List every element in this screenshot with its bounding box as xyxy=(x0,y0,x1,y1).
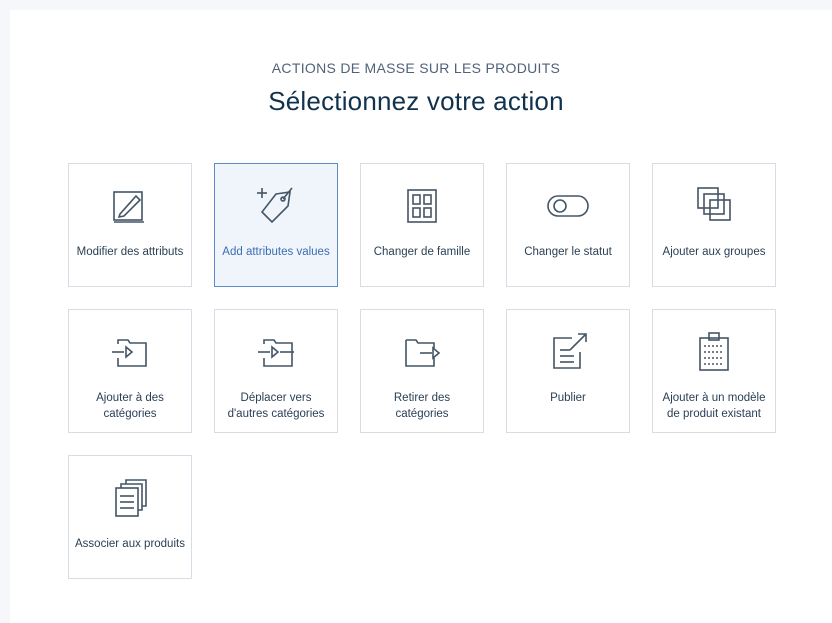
toggle-icon xyxy=(507,184,629,228)
folder-move-icon xyxy=(215,330,337,374)
action-label: Publier xyxy=(550,392,586,404)
action-label: Changer de famille xyxy=(373,246,471,258)
action-tile-publish[interactable]: Publier xyxy=(506,309,630,433)
action-label: Retirer des catégories xyxy=(393,392,451,420)
publish-icon xyxy=(507,330,629,374)
action-tile-move-categories[interactable]: Déplacer vers d'autres catégories xyxy=(214,309,338,433)
folder-remove-icon xyxy=(361,330,483,374)
action-label: Modifier des attributs xyxy=(76,246,184,258)
folder-add-icon xyxy=(69,330,191,374)
action-label: Ajouter à un modèle de produit existant xyxy=(662,392,766,420)
action-tile-add-categories[interactable]: Ajouter à des catégories xyxy=(68,309,192,433)
product-model-icon xyxy=(653,330,775,374)
groups-squares-icon xyxy=(653,184,775,228)
action-tile-add-product-model[interactable]: Ajouter à un modèle de produit existant xyxy=(652,309,776,433)
family-grid-icon xyxy=(361,184,483,228)
action-label: Déplacer vers d'autres catégories xyxy=(227,392,325,420)
action-label: Ajouter aux groupes xyxy=(662,246,766,258)
action-tile-associate-products[interactable]: Associer aux produits xyxy=(68,455,192,579)
action-label: Changer le statut xyxy=(524,246,612,258)
action-tile-add-groups[interactable]: Ajouter aux groupes xyxy=(652,163,776,287)
add-tag-icon xyxy=(215,184,337,228)
action-tile-add-attribute-values[interactable]: Add attributes values xyxy=(214,163,338,287)
top-border xyxy=(0,0,832,10)
action-tile-edit-attributes[interactable]: Modifier des attributs xyxy=(68,163,192,287)
associate-products-icon xyxy=(69,476,191,520)
action-tile-change-family[interactable]: Changer de famille xyxy=(360,163,484,287)
action-label: Add attributes values xyxy=(222,246,330,258)
page-title: Sélectionnez votre action xyxy=(268,86,564,116)
action-label: Associer aux produits xyxy=(75,538,185,550)
action-tile-remove-categories[interactable]: Retirer des catégories xyxy=(360,309,484,433)
edit-attributes-icon xyxy=(69,184,191,228)
action-label: Ajouter à des catégories xyxy=(96,392,164,420)
action-tile-change-status[interactable]: Changer le statut xyxy=(506,163,630,287)
page-subtitle: ACTIONS DE MASSE SUR LES PRODUITS xyxy=(271,60,561,76)
